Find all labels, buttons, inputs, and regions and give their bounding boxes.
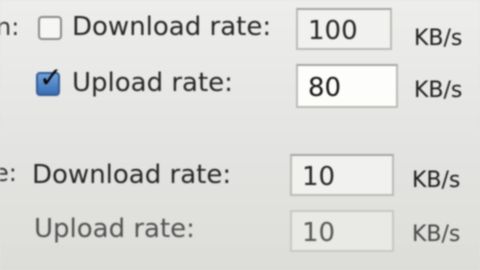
rate-limits-panel: n: Download rate: KB/s ✓ Upload rate: KB…	[0, 0, 480, 270]
section2-label-fragment: e:	[0, 159, 17, 187]
alt-upload-rate-input[interactable]	[290, 210, 394, 252]
upload-rate-limit-checkbox[interactable]: ✓	[36, 63, 62, 96]
download-rate-input[interactable]	[296, 8, 392, 50]
section1-label-fragment: n:	[0, 13, 20, 41]
upload-rate-label: Upload rate:	[72, 68, 233, 98]
alt-download-rate-label: Download rate:	[32, 160, 232, 190]
download-rate-label: Download rate:	[72, 12, 272, 42]
alt-upload-rate-label: Upload rate:	[34, 214, 195, 244]
alt-download-rate-input[interactable]	[290, 154, 394, 196]
alt-download-rate-unit: KB/s	[412, 168, 461, 193]
checkmark-icon: ✓	[39, 61, 63, 94]
download-rate-unit: KB/s	[414, 26, 463, 51]
download-rate-limit-checkbox[interactable]	[38, 16, 62, 40]
upload-rate-unit: KB/s	[414, 78, 463, 103]
upload-rate-input[interactable]	[296, 64, 398, 108]
alt-upload-rate-unit: KB/s	[412, 222, 461, 247]
